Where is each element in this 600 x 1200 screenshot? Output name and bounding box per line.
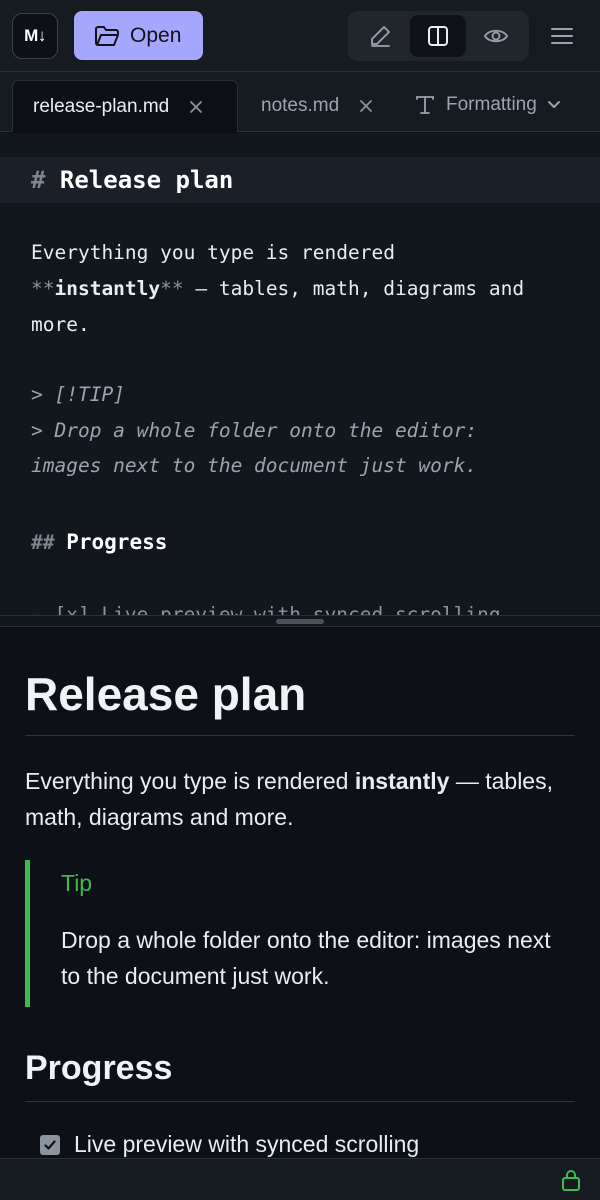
tip-callout: Tip Drop a whole folder onto the editor:… [25,860,575,1007]
source-paragraph-line: Everything you type is rendered [31,241,395,264]
source-paragraph-line: **instantly** — tables, math, diagrams a… [31,277,525,300]
tab-label: notes.md [261,95,340,116]
lock-icon[interactable] [560,1168,582,1197]
preview-mode-button[interactable] [468,15,524,57]
text-format-icon [416,96,434,114]
source-heading-line: # Release plan [0,157,600,203]
chevron-down-icon [547,101,560,108]
hamburger-menu-icon [551,28,573,44]
source-paragraph-line: more. [31,313,90,336]
top-toolbar: M↓ Open [0,0,600,72]
task-checkbox[interactable] [40,1134,60,1155]
source-subheading-line: ## Progress [31,530,168,554]
formatting-dropdown[interactable]: Formatting [414,82,561,128]
tab-release-plan[interactable]: release-plan.md [12,80,238,132]
folder-open-icon [95,25,119,46]
source-quote-line: > Drop a whole folder onto the editor: [31,419,478,442]
source-heading-text: Release plan [59,166,234,194]
open-button-label: Open [130,23,182,47]
view-mode-switcher [348,11,529,61]
formatting-label: Formatting [446,94,537,115]
edit-mode-button[interactable] [352,15,408,57]
preview-heading-1: Release plan [25,668,307,720]
heading-divider [25,735,575,736]
checkmark-icon [44,1139,56,1150]
markdown-source-editor[interactable]: # Release plan Everything you type is re… [0,133,600,615]
status-bar [0,1158,600,1200]
preview-paragraph: Everything you type is rendered instantl… [25,768,553,830]
rendered-preview: Release plan Everything you type is rend… [0,627,600,1158]
task-list-item: Live preview with synced scrolling [40,1131,419,1158]
tip-callout-body: Drop a whole folder onto the editor: ima… [61,927,551,989]
tab-notes[interactable]: notes.md [261,80,373,132]
preview-heading-2: Progress [25,1049,173,1087]
app-logo: M↓ [12,13,58,59]
splitter-grip-handle[interactable] [276,619,324,624]
heading-marker: # [31,166,46,194]
task-label: Live preview with synced scrolling [74,1131,420,1157]
split-mode-button[interactable] [410,15,466,57]
open-button[interactable]: Open [74,11,203,60]
pencil-icon [371,26,390,47]
menu-button[interactable] [542,16,582,56]
heading-divider [25,1101,575,1102]
pane-splitter[interactable] [0,615,600,627]
eye-icon [483,29,509,43]
source-quote-line: > [!TIP] [31,383,125,406]
tip-callout-title: Tip [61,870,93,896]
close-tab-icon[interactable] [189,100,203,114]
tab-label: release-plan.md [33,95,170,117]
split-view-icon [428,26,448,46]
close-tab-icon[interactable] [359,99,373,113]
source-quote-line: images next to the document just work. [31,454,478,477]
source-task-line: - [x] Live preview with synced scrolling [31,603,501,615]
